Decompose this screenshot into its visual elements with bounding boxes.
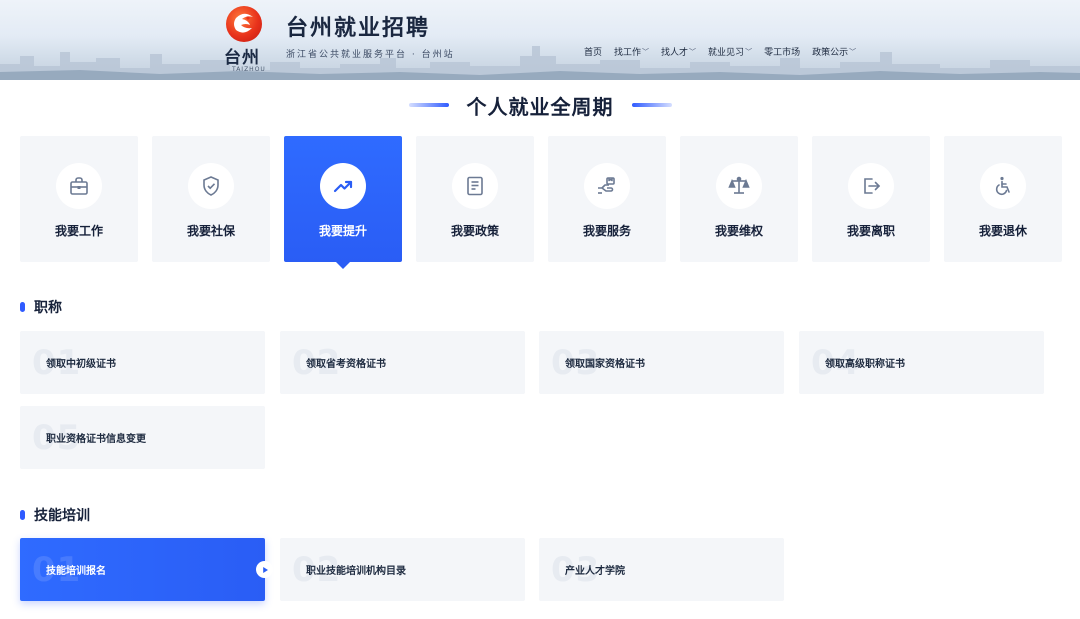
page-title-row: 个人就业全周期	[0, 90, 1080, 120]
category-card-service[interactable]: 我要服务	[548, 136, 666, 262]
chevron-down-icon: ﹀	[642, 47, 650, 56]
category-card-work[interactable]: 我要工作	[20, 136, 138, 262]
category-card-resign[interactable]: 我要离职	[812, 136, 930, 262]
logo-wordmark: 台州	[224, 48, 260, 68]
category-card-policy[interactable]: 我要政策	[416, 136, 534, 262]
nav-item-find-job[interactable]: 找工作 ﹀	[614, 45, 650, 59]
scale-icon	[716, 163, 762, 209]
site-title: 台州就业招聘	[286, 16, 431, 41]
tile-certificate-info-change[interactable]: 05 职业资格证书信息变更	[20, 406, 265, 469]
chevron-down-icon: ﹀	[689, 47, 697, 56]
logo-subtext: TAIZHOU	[232, 66, 266, 73]
tile-training-institution-directory[interactable]: 02 职业技能培训机构目录	[280, 538, 525, 601]
exit-icon	[848, 163, 894, 209]
title-decoration-left	[408, 103, 449, 107]
tile-training-registration[interactable]: 01 技能培训报名	[20, 538, 273, 601]
play-arrow-icon[interactable]	[256, 561, 273, 578]
nav-item-find-talent[interactable]: 找人才 ﹀	[661, 45, 697, 59]
tile-collect-national-certificate[interactable]: 03 领取国家资格证书	[539, 331, 784, 394]
tile-collect-provincial-certificate[interactable]: 02 领取省考资格证书	[280, 331, 525, 394]
hand-service-icon	[584, 163, 630, 209]
tile-industry-talent-academy[interactable]: 03 产业人才学院	[539, 538, 784, 601]
logo-emblem-icon[interactable]	[226, 6, 262, 42]
briefcase-icon	[56, 163, 102, 209]
chevron-down-icon: ﹀	[849, 47, 857, 56]
category-card-rights[interactable]: 我要维权	[680, 136, 798, 262]
site-subtitle: 浙江省公共就业服务平台 · 台州站	[286, 50, 455, 60]
shield-check-icon	[188, 163, 234, 209]
chevron-down-icon: ﹀	[745, 47, 753, 56]
document-icon	[452, 163, 498, 209]
bullet-icon	[20, 510, 25, 520]
category-card-social-insurance[interactable]: 我要社保	[152, 136, 270, 262]
trending-up-icon	[320, 163, 366, 209]
tile-collect-senior-title-certificate[interactable]: 04 领取高级职称证书	[799, 331, 1044, 394]
city-skyline-banner	[0, 46, 1080, 80]
category-cards: 我要工作 我要社保 我要提升 我要政策 我要服务 我要维权 我要离职 我要退休	[20, 136, 1062, 269]
nav-item-gig-market[interactable]: 零工市场	[764, 45, 800, 58]
main-nav: 首页 找工作 ﹀ 找人才 ﹀ 就业见习 ﹀ 零工市场 政策公示 ﹀	[584, 45, 868, 59]
site-header: 台州 TAIZHOU 台州就业招聘 浙江省公共就业服务平台 · 台州站 首页 找…	[0, 0, 1080, 80]
group-title-skill-training: 技能培训	[20, 505, 90, 525]
nav-item-policy[interactable]: 政策公示 ﹀	[812, 45, 857, 59]
tile-collect-junior-certificate[interactable]: 01 领取中初级证书	[20, 331, 265, 394]
wheelchair-icon	[980, 163, 1026, 209]
page-title: 个人就业全周期	[466, 94, 614, 119]
group-title-professional-title: 职称	[20, 297, 62, 317]
category-card-retire[interactable]: 我要退休	[944, 136, 1062, 262]
bullet-icon	[20, 302, 25, 312]
nav-item-internship[interactable]: 就业见习 ﹀	[708, 45, 753, 59]
nav-item-home[interactable]: 首页	[584, 45, 602, 58]
category-card-improve[interactable]: 我要提升	[284, 136, 402, 269]
title-decoration-right	[631, 103, 672, 107]
